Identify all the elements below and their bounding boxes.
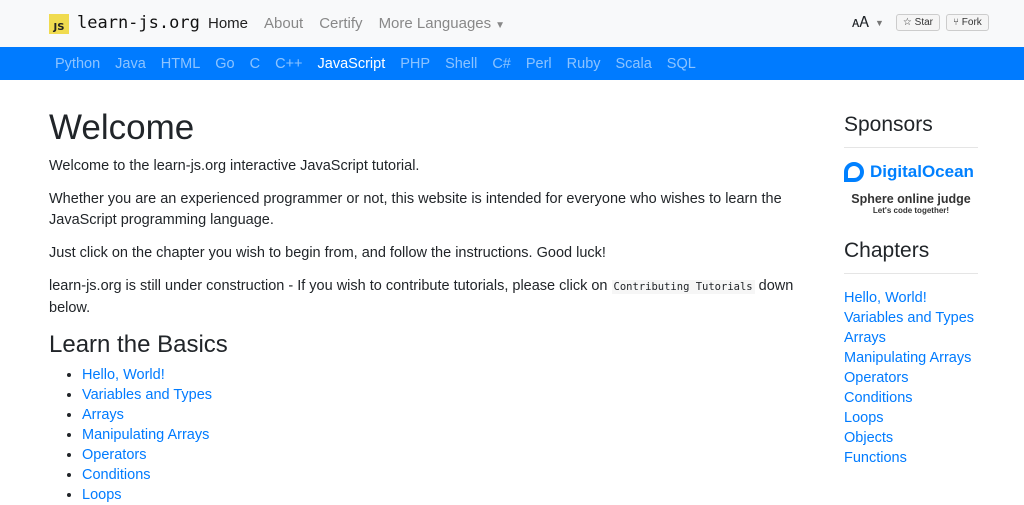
- sidebar-chapter-link[interactable]: Conditions: [844, 388, 978, 408]
- list-item: Conditions: [82, 465, 809, 485]
- language-bar: Python Java HTML Go C C++ JavaScript PHP Shell C#…: [0, 47, 1024, 80]
- page-title: Welcome: [49, 108, 809, 148]
- nav-certify[interactable]: Certify: [319, 15, 362, 32]
- chapter-link[interactable]: Loops: [82, 487, 122, 503]
- list-item: Arrays: [82, 405, 809, 425]
- fork-icon: ⑂: [953, 17, 959, 28]
- star-icon: ☆: [903, 17, 912, 28]
- github-star-button[interactable]: ☆ Star: [896, 14, 940, 31]
- contribute-a: learn-js.org is still under construction…: [49, 278, 612, 294]
- sidebar-chapter-link[interactable]: Operators: [844, 368, 978, 388]
- top-navbar: JS learn-js.org Home About Certify More …: [0, 0, 1024, 47]
- digitalocean-logo-icon: [844, 162, 864, 182]
- chapter-link[interactable]: Conditions: [82, 467, 151, 483]
- chapter-link[interactable]: Manipulating Arrays: [82, 427, 209, 443]
- sphere-sponsor[interactable]: Sphere online judgeLet's code together!: [848, 192, 974, 215]
- sidebar-chapter-link[interactable]: Hello, World!: [844, 288, 978, 308]
- lang-link[interactable]: C: [250, 56, 260, 72]
- chapter-link[interactable]: Operators: [82, 447, 146, 463]
- contributing-code: Contributing Tutorials: [612, 280, 755, 294]
- lang-link[interactable]: PHP: [400, 56, 430, 72]
- more-languages-label: More Languages: [379, 15, 492, 32]
- sidebar-chapter-link[interactable]: Arrays: [844, 328, 978, 348]
- chapter-link[interactable]: Arrays: [82, 407, 124, 423]
- lang-link[interactable]: Go: [215, 56, 234, 72]
- translate-icon[interactable]: 🗚: [852, 14, 869, 31]
- sidebar-chapter-link[interactable]: Variables and Types: [844, 308, 978, 328]
- sidebar-chapter-link[interactable]: Objects: [844, 428, 978, 448]
- lang-link[interactable]: HTML: [161, 56, 200, 72]
- lang-link[interactable]: Shell: [445, 56, 477, 72]
- basics-heading: Learn the Basics: [49, 331, 809, 359]
- sphere-label: Sphere online judge: [848, 192, 974, 206]
- lang-link[interactable]: Perl: [526, 56, 552, 72]
- lang-link[interactable]: Java: [115, 56, 146, 72]
- brand-link[interactable]: learn-js.org: [77, 13, 200, 33]
- lang-link[interactable]: Scala: [616, 56, 652, 72]
- list-item: Loops: [82, 485, 809, 505]
- nav-more-languages[interactable]: More Languages▼: [379, 15, 506, 32]
- sphere-tagline: Let's code together!: [848, 206, 974, 215]
- instructions-text: Just click on the chapter you wish to be…: [49, 243, 809, 264]
- chapter-link[interactable]: Variables and Types: [82, 387, 212, 403]
- contribute-text: learn-js.org is still under construction…: [49, 276, 809, 319]
- audience-text: Whether you are an experienced programme…: [49, 189, 809, 231]
- sponsors-heading: Sponsors: [844, 113, 978, 148]
- lang-link[interactable]: C#: [492, 56, 511, 72]
- star-label: Star: [915, 17, 933, 28]
- sidebar: Sponsors DigitalOcean Sphere online judg…: [844, 113, 978, 468]
- list-item: Hello, World!: [82, 365, 809, 385]
- digitalocean-label: DigitalOcean: [870, 162, 974, 182]
- nav-home[interactable]: Home: [208, 15, 248, 32]
- sidebar-chapter-link[interactable]: Loops: [844, 408, 978, 428]
- sidebar-chapter-link[interactable]: Manipulating Arrays: [844, 348, 978, 368]
- digitalocean-sponsor[interactable]: DigitalOcean: [844, 162, 978, 182]
- chapter-link[interactable]: Hello, World!: [82, 367, 165, 383]
- main-content: Welcome Welcome to the learn-js.org inte…: [49, 108, 809, 505]
- lang-link[interactable]: C++: [275, 56, 302, 72]
- caret-down-icon[interactable]: ▼: [875, 18, 884, 28]
- chapters-heading: Chapters: [844, 239, 978, 274]
- github-fork-button[interactable]: ⑂ Fork: [946, 14, 989, 31]
- list-item: Variables and Types: [82, 385, 809, 405]
- nav-about[interactable]: About: [264, 15, 303, 32]
- lang-link[interactable]: JavaScript: [318, 56, 386, 72]
- lang-link[interactable]: SQL: [667, 56, 696, 72]
- list-item: Manipulating Arrays: [82, 425, 809, 445]
- basics-list: Hello, World! Variables and Types Arrays Ma…: [49, 365, 809, 505]
- fork-label: Fork: [962, 17, 982, 28]
- lang-link[interactable]: Python: [55, 56, 100, 72]
- lang-link[interactable]: Ruby: [567, 56, 601, 72]
- list-item: Operators: [82, 445, 809, 465]
- sidebar-chapter-link[interactable]: Functions: [844, 448, 978, 468]
- caret-down-icon: ▼: [495, 20, 505, 31]
- chapters-list: Hello, World!Variables and TypesArraysMa…: [844, 288, 978, 468]
- js-logo[interactable]: JS: [49, 14, 69, 34]
- intro-text: Welcome to the learn-js.org interactive …: [49, 156, 809, 177]
